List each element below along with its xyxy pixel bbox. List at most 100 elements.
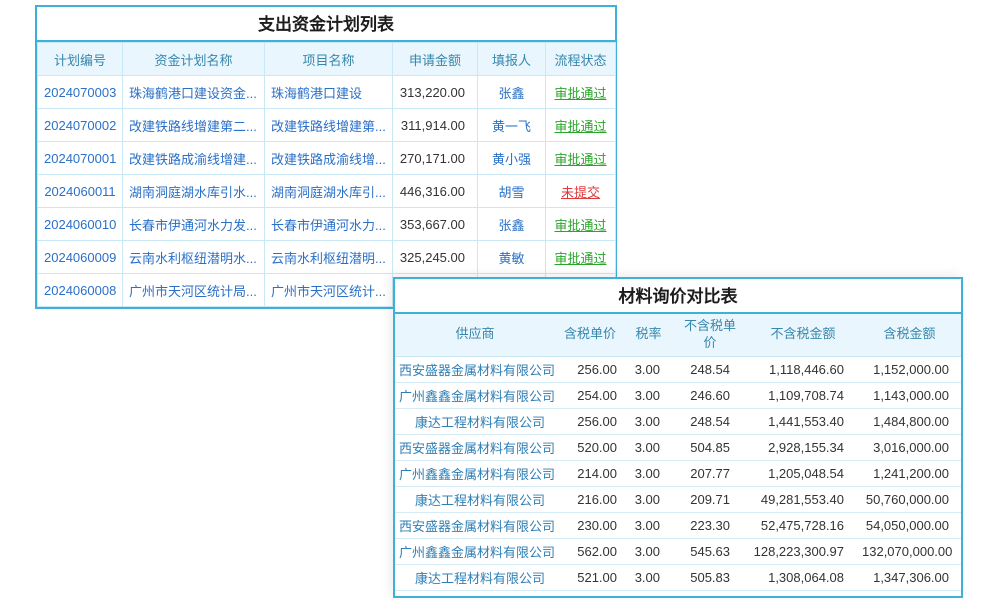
cell-price-tax: 521.00 [555, 564, 625, 590]
status-link[interactable]: 审批通过 [554, 152, 606, 167]
cell-reporter: 黄一飞 [478, 109, 546, 142]
cell-id[interactable]: 2024060009 [38, 241, 123, 274]
cell-supplier[interactable]: 广州鑫鑫金属材料有限公司 [395, 382, 555, 408]
table-row: 西安盛器金属材料有限公司256.003.00248.541,118,446.60… [395, 356, 961, 382]
cell-amount-tax: 1,143,000.00 [858, 382, 961, 408]
table-row: 康达工程材料有限公司216.003.00209.7149,281,553.405… [395, 486, 961, 512]
cell-amount-no-tax: 1,441,553.40 [748, 408, 858, 434]
cell-id[interactable]: 2024070001 [38, 142, 123, 175]
status-link[interactable]: 审批通过 [554, 251, 606, 266]
table-row: 2024060011湖南洞庭湖水库引水...湖南洞庭湖水库引...446,316… [38, 175, 616, 208]
status-link[interactable]: 审批通过 [554, 86, 606, 101]
cell-reporter: 黄小强 [478, 142, 546, 175]
cell-amount-no-tax: 1,109,708.74 [748, 382, 858, 408]
cell-status[interactable]: 审批通过 [546, 208, 616, 241]
cell-plan-name[interactable]: 广州市天河区统计局... [123, 274, 265, 307]
cell-amount-tax: 1,347,306.00 [858, 564, 961, 590]
table-row: 广州鑫鑫金属材料有限公司254.003.00246.601,109,708.74… [395, 382, 961, 408]
table-row: 广州鑫鑫金属材料有限公司214.003.00207.771,205,048.54… [395, 460, 961, 486]
cell-project-name[interactable]: 长春市伊通河水力... [265, 208, 393, 241]
cell-id[interactable]: 2024060011 [38, 175, 123, 208]
column-header-plan-id: 计划编号 [38, 43, 123, 76]
cell-tax-rate: 3.00 [625, 460, 672, 486]
cell-tax-rate: 3.00 [625, 382, 672, 408]
cell-project-name[interactable]: 湖南洞庭湖水库引... [265, 175, 393, 208]
cell-price-tax: 254.00 [555, 382, 625, 408]
cell-amount-tax: 1,484,800.00 [858, 408, 961, 434]
cell-amount-no-tax: 128,223,300.97 [748, 538, 858, 564]
cell-status[interactable]: 审批通过 [546, 142, 616, 175]
cell-id[interactable]: 2024070003 [38, 76, 123, 109]
cell-supplier[interactable]: 西安盛器金属材料有限公司 [395, 512, 555, 538]
status-link[interactable]: 审批通过 [554, 218, 606, 233]
cell-price-no-tax: 248.54 [672, 408, 748, 434]
cell-amount-tax: 1,241,200.00 [858, 460, 961, 486]
cell-price-no-tax: 207.77 [672, 460, 748, 486]
column-header-tax-rate: 税率 [625, 314, 672, 356]
cell-price-no-tax: 504.85 [672, 434, 748, 460]
cell-amount-no-tax: 49,281,553.40 [748, 486, 858, 512]
cell-supplier[interactable]: 康达工程材料有限公司 [395, 486, 555, 512]
cell-price-tax: 214.00 [555, 460, 625, 486]
cell-plan-name[interactable]: 湖南洞庭湖水库引水... [123, 175, 265, 208]
cell-price-no-tax: 505.83 [672, 564, 748, 590]
column-header-amount-no-tax: 不含税金额 [748, 314, 858, 356]
cell-plan-name[interactable]: 改建铁路成渝线增建... [123, 142, 265, 175]
table-header-row: 供应商 含税单价 税率 不含税单价 不含税金额 含税金额 [395, 314, 961, 356]
cell-plan-name[interactable]: 长春市伊通河水力发... [123, 208, 265, 241]
cell-id[interactable]: 2024070002 [38, 109, 123, 142]
cell-id[interactable]: 2024060008 [38, 274, 123, 307]
cell-plan-name[interactable]: 改建铁路线增建第二... [123, 109, 265, 142]
column-header-price-no-tax: 不含税单价 [672, 314, 748, 356]
status-link[interactable]: 未提交 [561, 185, 600, 200]
table-row: 广州鑫鑫金属材料有限公司562.003.00545.63128,223,300.… [395, 538, 961, 564]
cell-amount-tax: 1,152,000.00 [858, 356, 961, 382]
cell-price-tax: 256.00 [555, 408, 625, 434]
cell-supplier[interactable]: 康达工程材料有限公司 [395, 408, 555, 434]
cell-tax-rate: 3.00 [625, 356, 672, 382]
table-row: 2024070002改建铁路线增建第二...改建铁路线增建第...311,914… [38, 109, 616, 142]
cell-project-name[interactable]: 广州市天河区统计... [265, 274, 393, 307]
cell-status[interactable]: 审批通过 [546, 76, 616, 109]
cell-reporter: 张鑫 [478, 208, 546, 241]
column-header-flow-status: 流程状态 [546, 43, 616, 76]
cell-plan-name[interactable]: 珠海鹤港口建设资金... [123, 76, 265, 109]
cell-amount: 325,245.00 [393, 241, 478, 274]
column-header-amount-with-tax: 含税金额 [858, 314, 961, 356]
cell-price-no-tax: 223.30 [672, 512, 748, 538]
cell-status[interactable]: 未提交 [546, 175, 616, 208]
cell-id[interactable]: 2024060010 [38, 208, 123, 241]
cell-plan-name[interactable]: 云南水利枢纽潜明水... [123, 241, 265, 274]
cell-status[interactable]: 审批通过 [546, 241, 616, 274]
cell-amount-tax: 54,050,000.00 [858, 512, 961, 538]
cell-reporter: 黄敏 [478, 241, 546, 274]
cell-project-name[interactable]: 云南水利枢纽潜明... [265, 241, 393, 274]
table-header-row: 计划编号 资金计划名称 项目名称 申请金额 填报人 流程状态 [38, 43, 616, 76]
cell-price-tax: 256.00 [555, 356, 625, 382]
table-row: 康达工程材料有限公司521.003.00505.831,308,064.081,… [395, 564, 961, 590]
cell-project-name[interactable]: 改建铁路线增建第... [265, 109, 393, 142]
status-link[interactable]: 审批通过 [554, 119, 606, 134]
cell-amount-no-tax: 1,308,064.08 [748, 564, 858, 590]
cell-supplier[interactable]: 广州鑫鑫金属材料有限公司 [395, 538, 555, 564]
cell-project-name[interactable]: 改建铁路成渝线增... [265, 142, 393, 175]
expense-plan-table: 计划编号 资金计划名称 项目名称 申请金额 填报人 流程状态 202407000… [37, 42, 616, 307]
cell-amount: 313,220.00 [393, 76, 478, 109]
cell-supplier[interactable]: 西安盛器金属材料有限公司 [395, 434, 555, 460]
table-row: 西安盛器金属材料有限公司230.003.00223.3052,475,728.1… [395, 512, 961, 538]
cell-amount: 446,316.00 [393, 175, 478, 208]
cell-price-no-tax: 248.54 [672, 356, 748, 382]
cell-price-no-tax: 246.60 [672, 382, 748, 408]
cell-supplier[interactable]: 西安盛器金属材料有限公司 [395, 356, 555, 382]
cell-supplier[interactable]: 康达工程材料有限公司 [395, 564, 555, 590]
cell-project-name[interactable]: 珠海鹤港口建设 [265, 76, 393, 109]
cell-price-no-tax: 545.63 [672, 538, 748, 564]
table-row: 2024060010长春市伊通河水力发...长春市伊通河水力...353,667… [38, 208, 616, 241]
cell-supplier[interactable]: 广州鑫鑫金属材料有限公司 [395, 460, 555, 486]
cell-status[interactable]: 审批通过 [546, 109, 616, 142]
column-header-supplier: 供应商 [395, 314, 555, 356]
table-row: 西安盛器金属材料有限公司520.003.00504.852,928,155.34… [395, 434, 961, 460]
cell-amount-no-tax: 1,205,048.54 [748, 460, 858, 486]
column-header-project-name: 项目名称 [265, 43, 393, 76]
cell-amount-no-tax: 1,118,446.60 [748, 356, 858, 382]
